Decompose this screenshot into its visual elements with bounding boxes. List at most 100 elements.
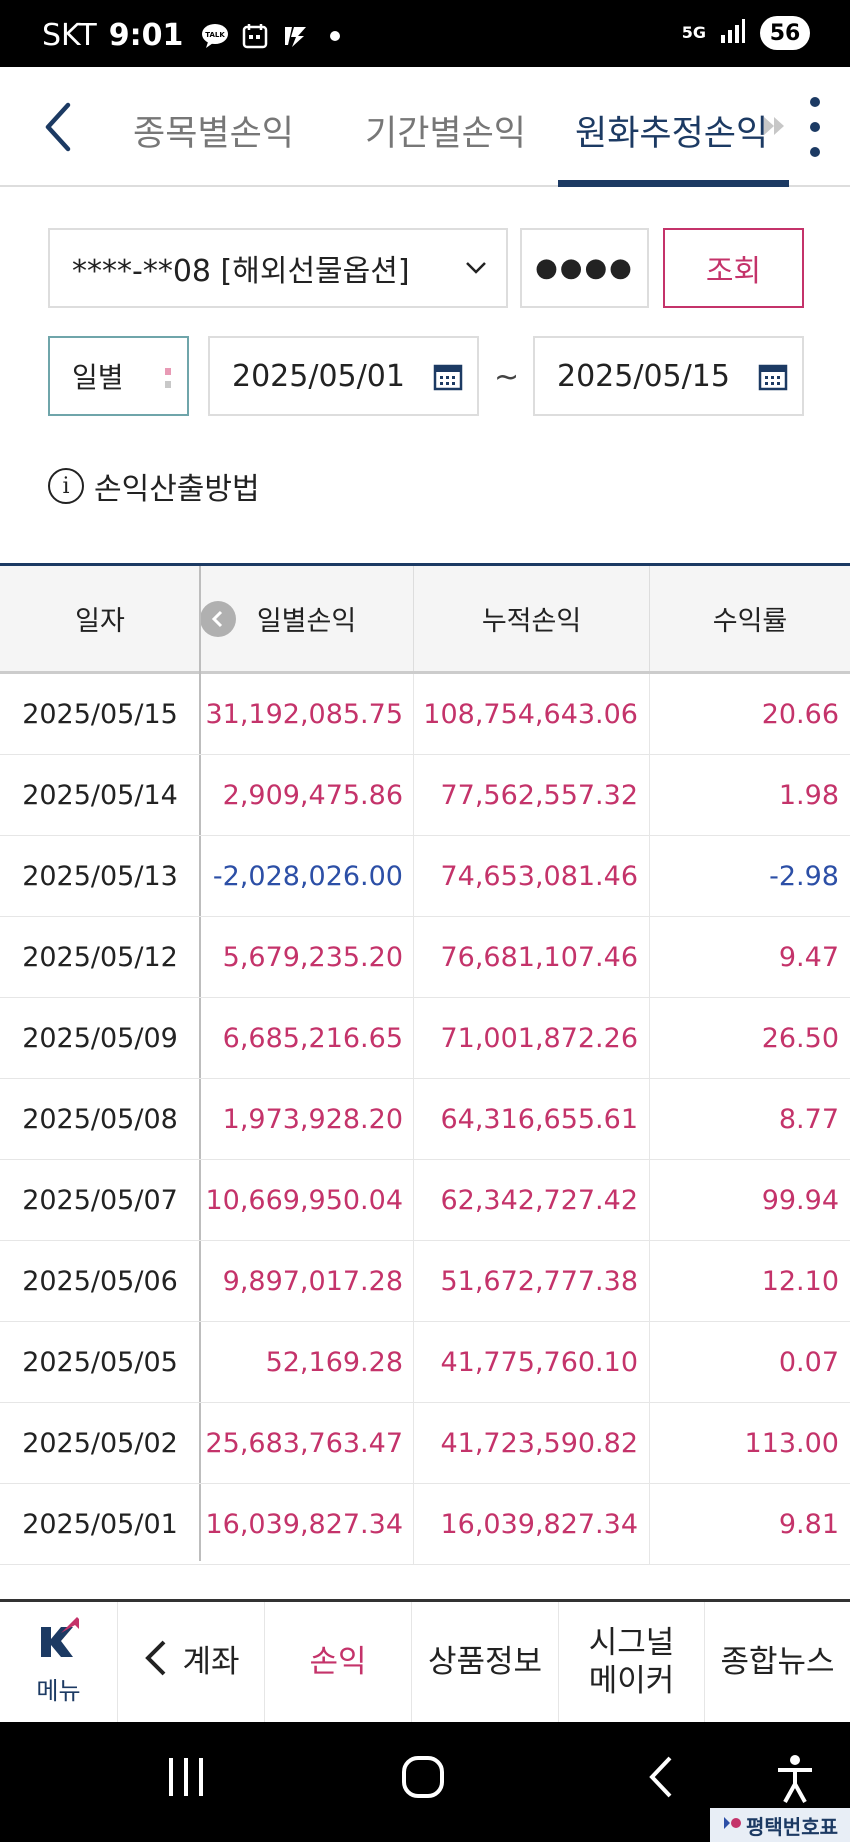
cell-daily-profit: 2,909,475.86 — [222, 779, 403, 811]
watermark-logo-icon — [722, 1813, 742, 1838]
menu-label: 메뉴 — [36, 1676, 81, 1705]
table-row[interactable]: 2025/05/14 2,909,475.86 77,562,557.32 1.98 — [0, 755, 850, 836]
watermark-text: 평택번호표 — [746, 1814, 838, 1839]
cell-daily-profit: 10,669,950.04 — [205, 1184, 403, 1216]
status-bar: SKT 9:01 TALK 5G 56 — [0, 0, 850, 67]
tab-item-profit[interactable]: 종목별손익 — [133, 105, 294, 156]
cell-cumulative-profit: 41,775,760.10 — [413, 1322, 638, 1402]
back-nav-icon[interactable] — [646, 1754, 676, 1804]
cell-daily-profit: -2,028,026.00 — [212, 860, 403, 892]
table-header: 일자 일별손익 누적손익 수익률 — [0, 566, 850, 674]
period-toggle-icon — [165, 368, 171, 388]
nav-account-label: 계좌 — [182, 1644, 240, 1680]
cell-date: 2025/05/08 — [22, 1103, 178, 1135]
table-row[interactable]: 2025/05/07 10,669,950.04 62,342,727.42 99.9… — [0, 1160, 850, 1241]
column-header-return-rate: 수익률 — [649, 566, 850, 671]
cell-daily-profit: 1,973,928.20 — [222, 1103, 403, 1135]
nav-profit[interactable]: 손익 — [264, 1602, 411, 1722]
table-row[interactable]: 2025/05/08 1,973,928.20 64,316,655.61 8.77 — [0, 1079, 850, 1160]
table-row[interactable]: 2025/05/05 52,169.28 41,775,760.10 0.07 — [0, 1322, 850, 1403]
cell-daily-profit: 9,897,017.28 — [222, 1265, 403, 1297]
cell-cumulative-profit: 64,316,655.61 — [413, 1079, 638, 1159]
tab-header: 종목별손익 기간별손익 원화추정손익 — [0, 67, 850, 187]
tab-krw-estimated-profit[interactable]: 원화추정손익 — [575, 105, 768, 156]
table-row[interactable]: 2025/05/06 9,897,017.28 51,672,777.38 12.10 — [0, 1241, 850, 1322]
cell-daily-profit: 6,685,216.65 — [222, 1022, 403, 1054]
clock-time: 9:01 — [108, 18, 184, 53]
nav-signal-maker[interactable]: 시그널 메이커 — [558, 1602, 704, 1722]
calendar-icon[interactable] — [758, 362, 788, 400]
cell-cumulative-profit: 77,562,557.32 — [413, 755, 638, 835]
cell-cumulative-profit: 76,681,107.46 — [413, 917, 638, 997]
account-select[interactable]: ****-**08 [해외선물옵션] — [48, 228, 508, 308]
cell-date: 2025/05/05 — [22, 1346, 178, 1378]
home-icon[interactable] — [400, 1754, 446, 1804]
cell-cumulative-profit: 62,342,727.42 — [413, 1160, 638, 1240]
info-icon: i — [48, 468, 84, 504]
cell-daily-profit: 31,192,085.75 — [205, 698, 403, 730]
table-row[interactable]: 2025/05/13 -2,028,026.00 74,653,081.46 -2.9… — [0, 836, 850, 917]
cell-return-rate: -2.98 — [649, 836, 839, 916]
cell-cumulative-profit: 74,653,081.46 — [413, 836, 638, 916]
cell-cumulative-profit: 108,754,643.06 — [413, 674, 638, 754]
date-to-value: 2025/05/15 — [557, 358, 730, 394]
calc-method-link[interactable]: i 손익산출방법 — [48, 464, 260, 508]
date-range-separator: ~ — [494, 360, 520, 395]
cell-return-rate: 9.47 — [649, 917, 839, 997]
nav-product-info[interactable]: 상품정보 — [411, 1602, 558, 1722]
watermark: 평택번호표 — [710, 1808, 850, 1842]
scroll-left-icon[interactable] — [200, 601, 236, 637]
system-navigation-bar: 평택번호표 — [0, 1722, 850, 1842]
active-tab-indicator — [558, 180, 789, 187]
chevron-left-icon — [142, 1638, 168, 1687]
password-field[interactable]: ●●●● — [520, 228, 649, 308]
dot-icon — [321, 22, 349, 50]
cell-date: 2025/05/14 — [22, 779, 178, 811]
query-button[interactable]: 조회 — [663, 228, 804, 308]
cell-return-rate: 12.10 — [649, 1241, 839, 1321]
cell-date: 2025/05/02 — [22, 1427, 178, 1459]
back-button[interactable] — [40, 99, 80, 159]
date-from-field[interactable]: 2025/05/01 — [208, 336, 479, 416]
table-row[interactable]: 2025/05/12 5,679,235.20 76,681,107.46 9.47 — [0, 917, 850, 998]
period-select[interactable]: 일별 — [48, 336, 189, 416]
chevron-down-icon — [464, 254, 488, 290]
cell-date: 2025/05/06 — [22, 1265, 178, 1297]
nav-account[interactable]: 계좌 — [117, 1602, 264, 1722]
table-row[interactable]: 2025/05/01 16,039,827.34 16,039,827.34 9.81 — [0, 1484, 850, 1565]
cell-cumulative-profit: 51,672,777.38 — [413, 1241, 638, 1321]
more-menu-icon[interactable] — [805, 97, 825, 157]
table-row[interactable]: 2025/05/15 31,192,085.75 108,754,643.06 20.… — [0, 674, 850, 755]
battery-level: 56 — [760, 16, 810, 50]
cell-return-rate: 9.81 — [649, 1484, 839, 1564]
cell-date: 2025/05/01 — [22, 1508, 178, 1540]
cell-date: 2025/05/12 — [22, 941, 178, 973]
calendar-icon[interactable] — [433, 362, 463, 400]
table-row[interactable]: 2025/05/09 6,685,216.65 71,001,872.26 26.50 — [0, 998, 850, 1079]
nav-news[interactable]: 종합뉴스 — [704, 1602, 850, 1722]
cell-return-rate: 1.98 — [649, 755, 839, 835]
menu-button[interactable]: 메뉴 — [0, 1602, 117, 1722]
svg-text:TALK: TALK — [206, 31, 226, 39]
cell-cumulative-profit: 41,723,590.82 — [413, 1403, 638, 1483]
calc-method-label: 손익산출방법 — [94, 472, 260, 507]
cell-date: 2025/05/09 — [22, 1022, 178, 1054]
cell-date: 2025/05/15 — [22, 698, 178, 730]
cell-daily-profit: 5,679,235.20 — [222, 941, 403, 973]
network-5g-icon: 5G — [681, 23, 706, 42]
tab-scroll-arrow-icon[interactable] — [762, 115, 786, 143]
cell-return-rate: 113.00 — [649, 1403, 839, 1483]
date-to-field[interactable]: 2025/05/15 — [533, 336, 804, 416]
cell-daily-profit: 25,683,763.47 — [205, 1427, 403, 1459]
period-value: 일별 — [72, 361, 124, 394]
bottom-nav: 메뉴 계좌 손익 상품정보 시그널 메이커 종합뉴스 — [0, 1599, 850, 1722]
nav-signal-label: 시그널 메이커 — [588, 1625, 675, 1699]
tab-period-profit[interactable]: 기간별손익 — [365, 105, 526, 156]
cell-return-rate: 8.77 — [649, 1079, 839, 1159]
table-row[interactable]: 2025/05/02 25,683,763.47 41,723,590.82 113.… — [0, 1403, 850, 1484]
recent-apps-icon[interactable] — [166, 1754, 206, 1804]
accessibility-icon[interactable] — [775, 1754, 815, 1808]
table-body: 2025/05/15 31,192,085.75 108,754,643.06 20.… — [0, 674, 850, 1565]
cell-daily-profit: 52,169.28 — [265, 1346, 403, 1378]
column-header-date: 일자 — [75, 606, 125, 637]
